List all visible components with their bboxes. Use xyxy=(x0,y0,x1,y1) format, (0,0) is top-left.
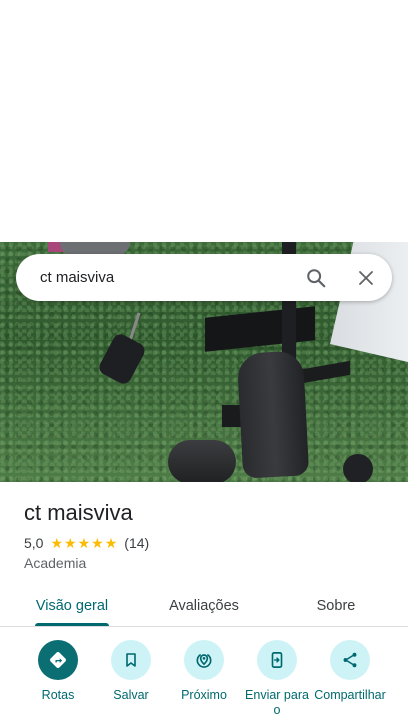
star-icon: ★ xyxy=(50,535,64,551)
directions-circle xyxy=(38,640,78,680)
tab-label: Visão geral xyxy=(35,597,109,614)
map-area-blank xyxy=(0,0,408,242)
review-count: (14) xyxy=(124,535,150,551)
share-circle xyxy=(330,640,370,680)
star-icon: ★ xyxy=(91,535,104,551)
share-icon xyxy=(343,652,357,668)
action-label: Salvar xyxy=(113,688,149,702)
search-input[interactable]: ct maisviva xyxy=(40,269,296,286)
star-icon: ★ xyxy=(104,535,118,551)
rating-row[interactable]: 5,0 ★ ★ ★ ★ ★ (14) xyxy=(24,535,149,551)
star-icon: ★ xyxy=(77,535,91,551)
send-to-phone-circle xyxy=(257,640,297,680)
action-label: Enviar para o xyxy=(245,688,309,717)
directions-icon xyxy=(50,652,66,668)
nearby-circle xyxy=(184,640,224,680)
search-bar[interactable]: ct maisviva xyxy=(16,254,392,301)
star-icon: ★ xyxy=(64,535,77,551)
save-button[interactable]: Salvar xyxy=(91,640,171,703)
star-rating: ★ ★ ★ ★ ★ xyxy=(50,536,118,550)
send-to-phone-icon xyxy=(271,652,283,668)
nearby-icon xyxy=(196,653,212,668)
save-circle xyxy=(111,640,151,680)
rating-value: 5,0 xyxy=(24,535,44,551)
action-label: Compartilhar xyxy=(314,688,386,702)
close-icon xyxy=(359,270,373,285)
tab-about[interactable]: Sobre xyxy=(290,584,382,627)
tab-reviews[interactable]: Avaliações xyxy=(152,584,256,627)
search-button[interactable] xyxy=(296,258,336,298)
place-category: Academia xyxy=(24,555,87,571)
clear-search-button[interactable] xyxy=(346,258,386,298)
place-title: ct maisviva xyxy=(24,500,133,525)
search-icon xyxy=(307,268,326,287)
photo-bench-seat xyxy=(236,350,310,479)
nearby-button[interactable]: Próximo xyxy=(164,640,244,703)
directions-button[interactable]: Rotas xyxy=(18,640,98,703)
photo-roller-right xyxy=(343,454,373,482)
tab-label: Sobre xyxy=(316,597,356,614)
tab-overview[interactable]: Visão geral xyxy=(20,584,124,627)
action-label: Rotas xyxy=(41,688,75,702)
action-label: Próximo xyxy=(181,688,227,702)
tab-label: Avaliações xyxy=(169,597,239,614)
share-button[interactable]: Compartilhar xyxy=(310,640,390,703)
active-tab-indicator xyxy=(35,623,109,626)
action-bar: Rotas Salvar Próximo Enviar para o Compa… xyxy=(0,640,408,724)
photo-roller xyxy=(168,440,236,482)
send-to-phone-button[interactable]: Enviar para o xyxy=(237,640,317,718)
bookmark-icon xyxy=(126,653,136,667)
place-tabs: Visão geral Avaliações Sobre xyxy=(0,584,408,627)
